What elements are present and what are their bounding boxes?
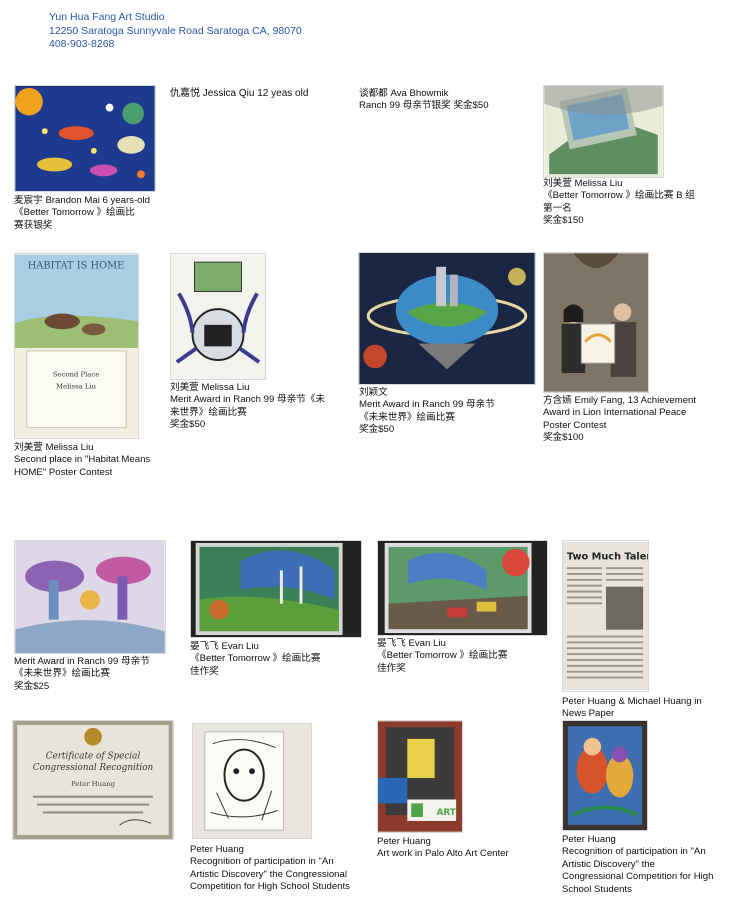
certificate-title: Certificate of Special bbox=[46, 751, 141, 761]
studio-phone: 408-903-8268 bbox=[49, 38, 115, 50]
photo-newspaper-clipping: Two Much Talent bbox=[562, 540, 649, 692]
caption-evan-liu-1: 晏飞飞 Evan Liu 《Better Tomorrow 》绘画比赛 佳作奖 bbox=[190, 641, 321, 677]
caption-ava-bhowmik: 谈都都 Ava Bhowmik Ranch 99 母亲节银奖 奖金$50 bbox=[359, 88, 489, 112]
photo-congressional-certificate: Certificate of Special Congressional Rec… bbox=[12, 720, 174, 840]
studio-header: Yun Hua Fang Art Studio 12250 Saratoga S… bbox=[49, 11, 302, 52]
newspaper-headline: Two Much Talent bbox=[567, 551, 648, 562]
artwork-floating-city bbox=[358, 252, 536, 385]
caption-brandon-mai: 麦宸宇 Brandon Mai 6 years-old 《Better Tomo… bbox=[14, 195, 150, 231]
caption-peter-huang-palo-alto: Peter Huang Art work in Palo Alto Art Ce… bbox=[377, 836, 509, 860]
studio-name: Yun Hua Fang Art Studio bbox=[49, 11, 165, 23]
caption-melissa-liu-better-tomorrow: 刘美萱 Melissa Liu 《Better Tomorrow 》绘画比赛 B… bbox=[543, 178, 695, 227]
caption-merit-award-25: Merit Award in Ranch 99 母亲节 《未来世界》绘画比赛 奖… bbox=[14, 656, 150, 692]
caption-evan-liu-2: 晏飞飞 Evan Liu 《Better Tomorrow 》绘画比赛 佳作奖 bbox=[377, 638, 508, 674]
certificate-name: Peter Huang bbox=[71, 780, 116, 788]
caption-peter-huang-congressional-1: Peter Huang Recognition of participation… bbox=[190, 844, 350, 893]
caption-melissa-liu-habitat: 刘美萱 Melissa Liu Second place in "Habitat… bbox=[14, 442, 151, 478]
artwork-space-fish bbox=[14, 85, 156, 192]
caption-peter-michael-news: Peter Huang & Michael Huang in News Pape… bbox=[562, 696, 702, 720]
habitat-place: Second Place bbox=[53, 371, 100, 379]
artwork-mushroom-world bbox=[14, 540, 166, 654]
studio-address: 12250 Saratoga Sunnyvale Road Saratoga C… bbox=[49, 24, 302, 37]
caption-emily-fang: 方含嫣 Emily Fang, 13 Achievement Award in … bbox=[543, 395, 697, 444]
caption-jessica-qiu: 仇嘉悦 Jessica Qiu 12 yeas old bbox=[170, 88, 309, 99]
artwork-phone-landscape bbox=[543, 85, 664, 178]
habitat-name: Melissa Liu bbox=[56, 382, 97, 390]
art-sign: ART bbox=[437, 808, 456, 818]
photo-palo-alto-art-center: ART bbox=[377, 720, 463, 833]
artwork-pen-drawing-portrait bbox=[192, 723, 312, 839]
certificate-subtitle: Congressional Recognition bbox=[33, 763, 154, 773]
caption-peter-huang-congressional-2: Peter Huang Recognition of participation… bbox=[562, 834, 714, 895]
artwork-framed-figures bbox=[562, 720, 648, 831]
artwork-solar-future-1 bbox=[190, 540, 362, 638]
artwork-habitat-home-poster: HABITAT IS HOME Second Place Melissa Liu bbox=[14, 253, 139, 439]
photo-emily-fang bbox=[543, 252, 649, 393]
habitat-title: HABITAT IS HOME bbox=[28, 260, 125, 271]
artwork-octopus-robot bbox=[170, 253, 266, 380]
caption-melissa-liu-merit: 刘美萱 Melissa Liu Merit Award in Ranch 99 … bbox=[170, 382, 325, 431]
caption-liu-yingwen: 刘颖文 Merit Award in Ranch 99 母亲节 《未来世界》绘画… bbox=[359, 387, 495, 436]
artwork-solar-future-2 bbox=[377, 540, 548, 636]
